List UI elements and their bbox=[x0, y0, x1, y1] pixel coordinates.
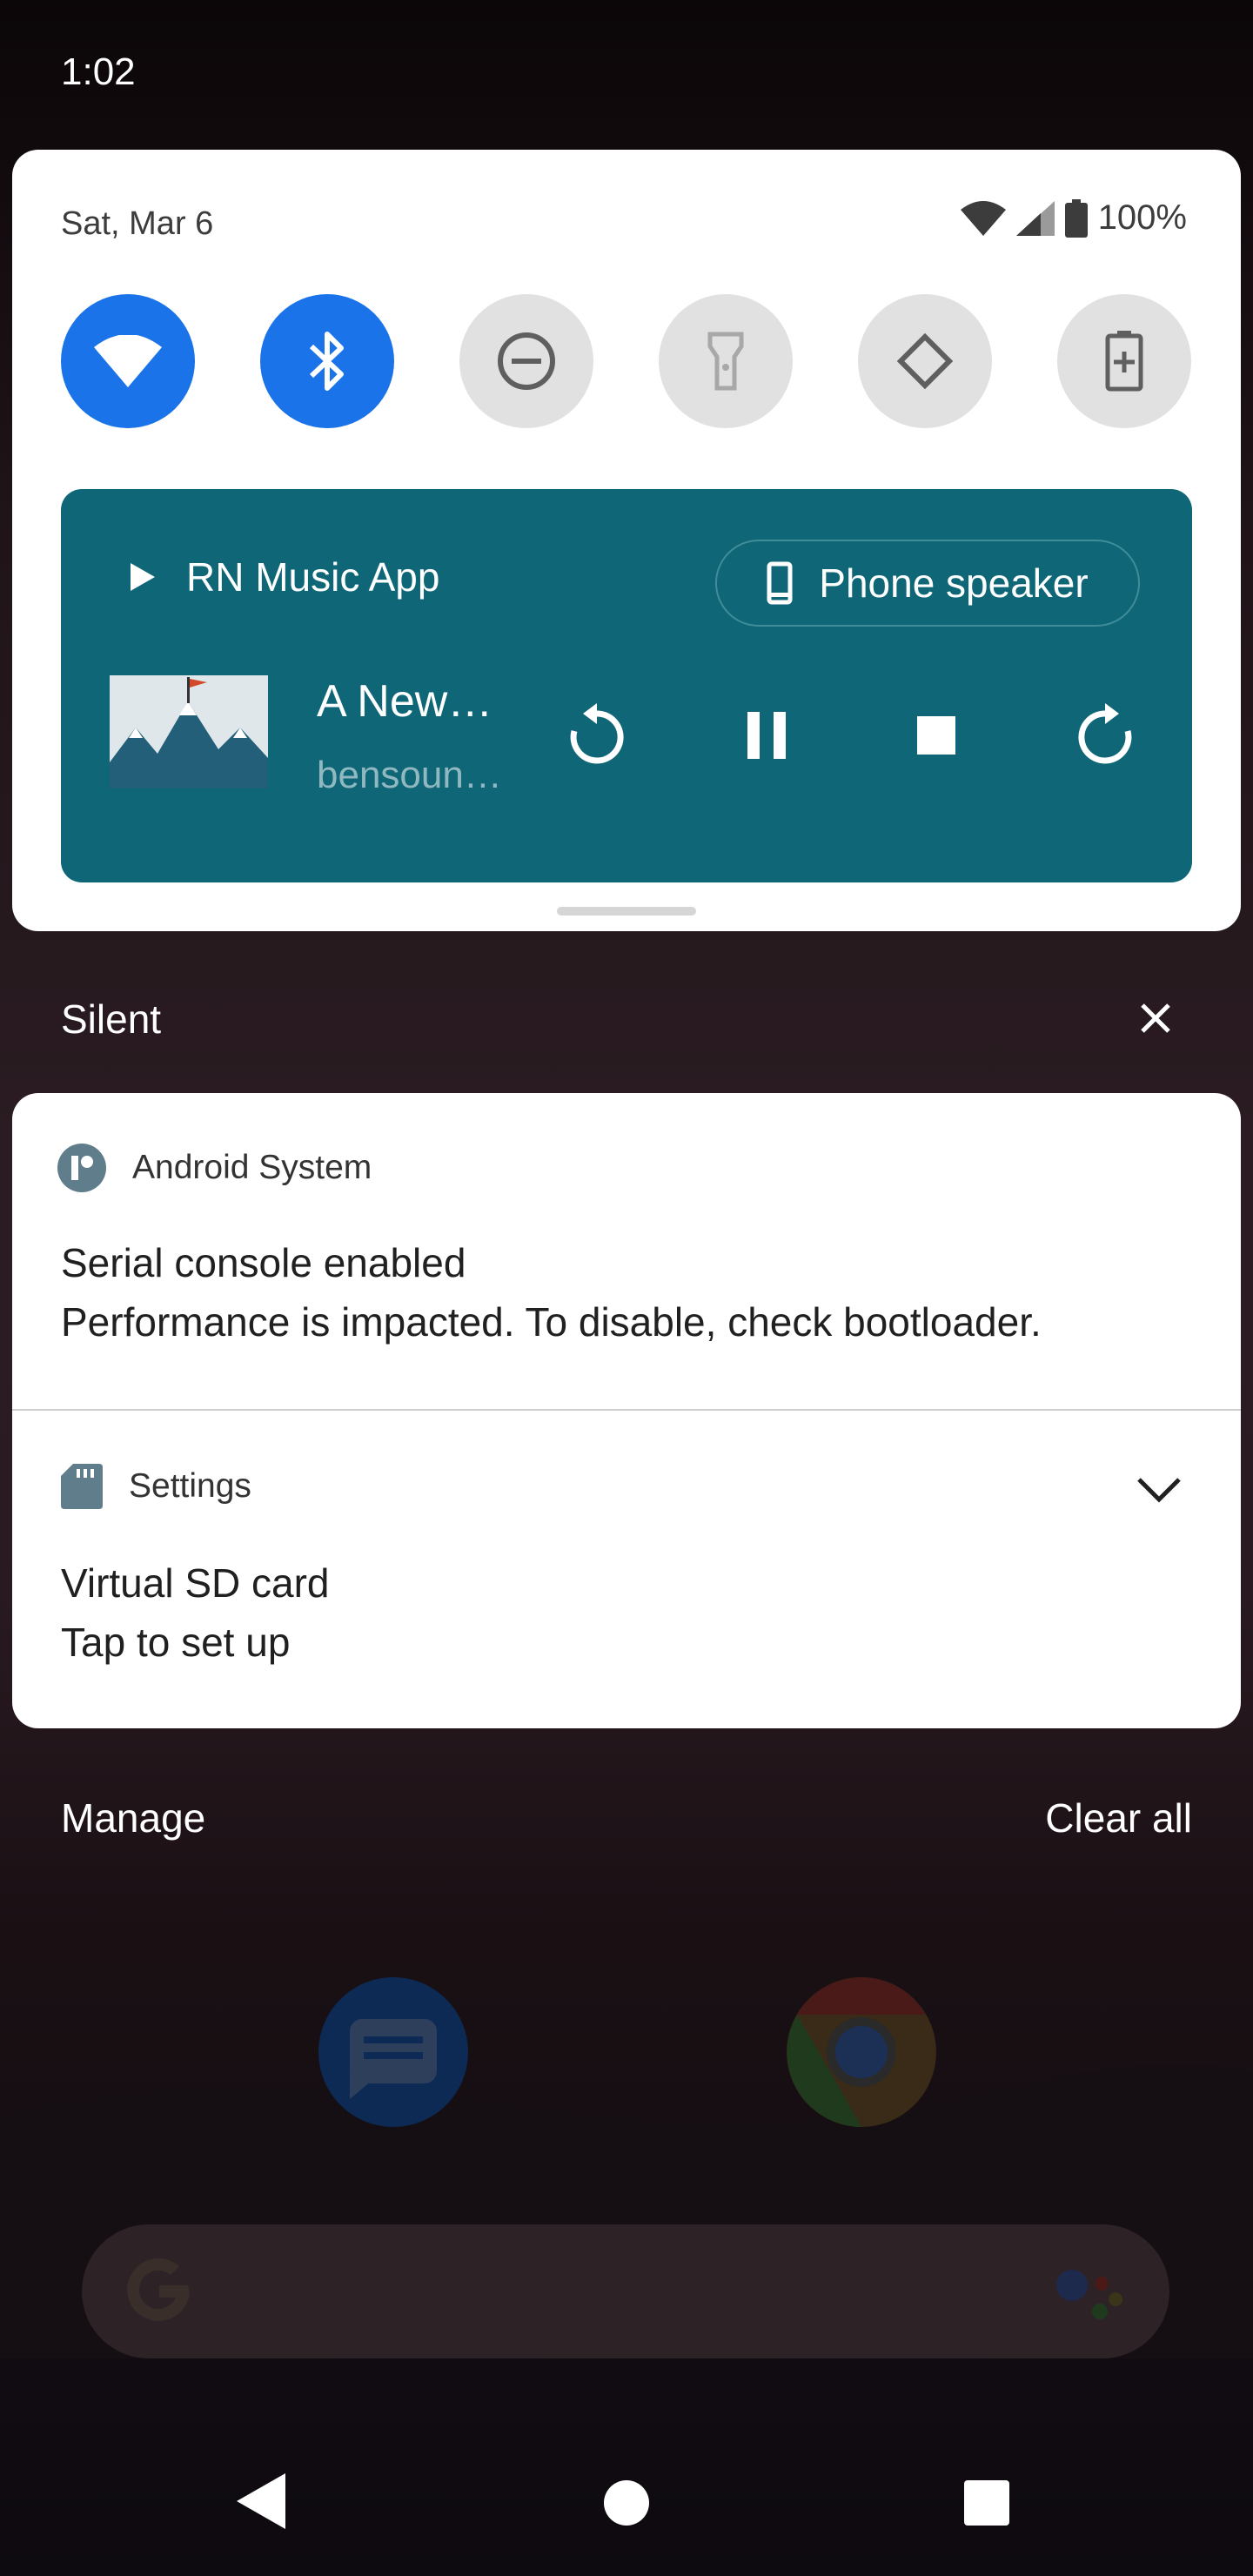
message-icon bbox=[350, 2019, 437, 2099]
pause-button[interactable] bbox=[727, 696, 806, 775]
battery-saver-tile[interactable] bbox=[1057, 294, 1191, 428]
rewind-button[interactable] bbox=[557, 696, 635, 775]
date-label[interactable]: Sat, Mar 6 bbox=[61, 205, 213, 243]
notification-app-name: Settings bbox=[129, 1467, 251, 1505]
notification-header: Android System bbox=[57, 1144, 372, 1192]
auto-rotate-icon bbox=[896, 332, 954, 390]
status-bar-time: 1:02 bbox=[61, 50, 136, 93]
chrome-app-icon[interactable] bbox=[787, 1977, 936, 2127]
back-icon[interactable] bbox=[237, 2473, 285, 2529]
notification-header: Settings bbox=[61, 1464, 251, 1509]
battery-percent: 100% bbox=[1097, 198, 1187, 237]
bluetooth-icon bbox=[309, 332, 344, 391]
track-artist: bensoun… bbox=[317, 754, 502, 796]
bluetooth-tile[interactable] bbox=[260, 294, 394, 428]
track-title: A New… bbox=[317, 676, 493, 727]
messages-app-icon[interactable] bbox=[318, 1977, 468, 2127]
notification-text: Performance is impacted. To disable, che… bbox=[61, 1299, 1042, 1345]
battery-saver-icon bbox=[1105, 331, 1143, 392]
manage-button[interactable]: Manage bbox=[61, 1794, 205, 1841]
auto-rotate-tile[interactable] bbox=[858, 294, 992, 428]
google-logo-icon bbox=[127, 2257, 190, 2321]
battery-icon bbox=[1064, 198, 1088, 238]
dismiss-silent-button[interactable] bbox=[1131, 994, 1180, 1043]
system-status-icons: 100% bbox=[960, 198, 1187, 238]
android-system-icon bbox=[57, 1144, 106, 1192]
google-search-bar[interactable] bbox=[82, 2224, 1169, 2358]
notification-title: Virtual SD card bbox=[61, 1560, 330, 1606]
cell-signal-icon bbox=[1015, 200, 1055, 236]
expand-notification-button[interactable] bbox=[1135, 1474, 1183, 1506]
phone-icon bbox=[767, 561, 793, 605]
wifi-tile[interactable] bbox=[61, 294, 195, 428]
stop-button[interactable] bbox=[897, 696, 975, 775]
album-art bbox=[110, 675, 268, 788]
output-device-label: Phone speaker bbox=[819, 560, 1089, 606]
chrome-icon bbox=[787, 1977, 936, 2127]
recent-apps-button[interactable] bbox=[964, 2480, 1009, 2526]
media-app-header: RN Music App bbox=[131, 553, 439, 600]
notification-app-name: Android System bbox=[132, 1149, 372, 1186]
media-app-name: RN Music App bbox=[186, 554, 440, 600]
clear-all-button[interactable]: Clear all bbox=[1045, 1794, 1192, 1841]
do-not-disturb-icon bbox=[498, 332, 555, 390]
stop-icon bbox=[917, 716, 955, 755]
chevron-down-icon bbox=[1137, 1478, 1181, 1503]
play-icon bbox=[131, 563, 155, 591]
forward-button[interactable] bbox=[1067, 696, 1145, 775]
do-not-disturb-tile[interactable] bbox=[459, 294, 593, 428]
wifi-icon bbox=[94, 335, 162, 387]
notification-title: Serial console enabled bbox=[61, 1240, 466, 1285]
replay-icon bbox=[570, 703, 624, 764]
wifi-signal-icon bbox=[960, 200, 1006, 236]
panel-drag-handle[interactable] bbox=[557, 907, 696, 916]
close-icon bbox=[1141, 1003, 1170, 1033]
silent-section-title: Silent bbox=[61, 996, 162, 1042]
home-button[interactable] bbox=[604, 2480, 649, 2526]
sd-card-icon bbox=[61, 1464, 103, 1509]
flashlight-tile[interactable] bbox=[659, 294, 793, 428]
flashlight-icon bbox=[707, 332, 744, 391]
assistant-icon bbox=[1056, 2270, 1122, 2319]
notification-text: Tap to set up bbox=[61, 1620, 291, 1665]
pause-icon bbox=[747, 712, 786, 759]
forward-icon bbox=[1078, 703, 1132, 764]
output-device-button[interactable]: Phone speaker bbox=[715, 540, 1140, 627]
